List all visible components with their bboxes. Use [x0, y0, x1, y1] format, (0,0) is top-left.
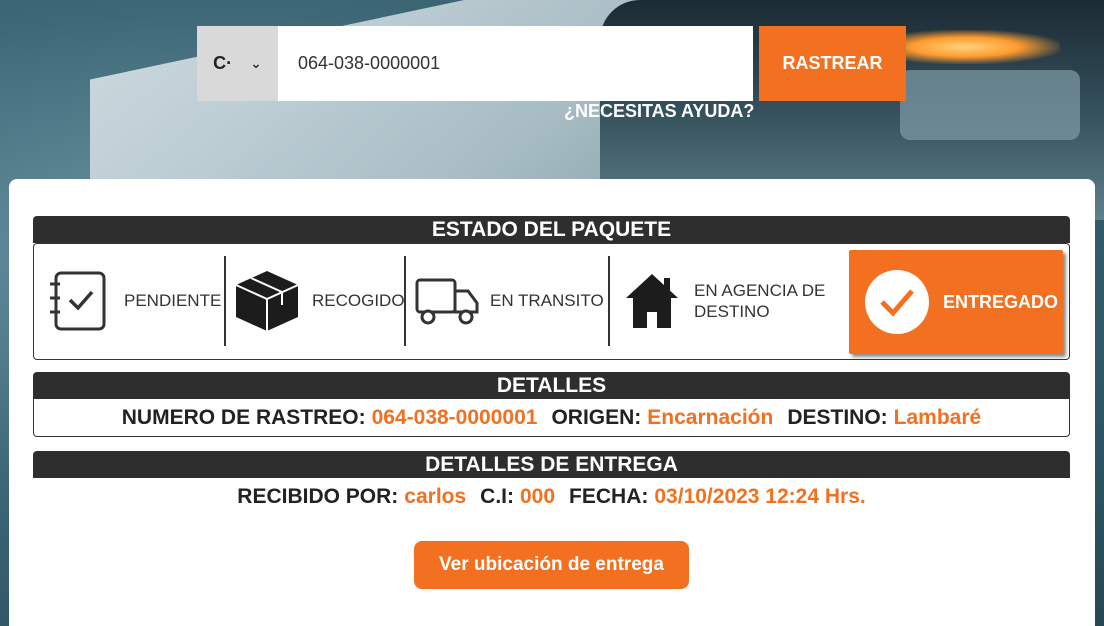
tracking-number-input[interactable]: 064-038-0000001 — [278, 26, 753, 101]
step-label: RECOGIDO — [312, 291, 405, 310]
details-row: NUMERO DE RASTREO: 064-038-0000001 ORIGE… — [33, 399, 1070, 437]
step-pendiente: PENDIENTE — [48, 244, 221, 358]
step-label: ENTREGADO — [943, 291, 1059, 312]
destination-value: Lambaré — [893, 405, 982, 429]
step-en-transito: EN TRANSITO — [414, 244, 604, 358]
origin-value: Encarnación — [647, 405, 774, 429]
step-label: PENDIENTE — [124, 291, 222, 310]
step-divider — [608, 256, 610, 346]
ci-value: 000 — [520, 485, 556, 508]
step-label-line1: EN AGENCIA DE — [694, 281, 826, 300]
delivery-header: DETALLES DE ENTREGA — [33, 451, 1070, 478]
view-delivery-location-button[interactable]: Ver ubicación de entrega — [414, 541, 689, 589]
step-divider — [224, 256, 226, 346]
ci-label: C.I: — [480, 485, 514, 508]
details-header: DETALLES — [33, 372, 1070, 399]
step-entregado: ENTREGADO — [849, 250, 1063, 354]
destination-label: DESTINO: — [787, 405, 888, 429]
package-icon — [235, 271, 299, 331]
step-label: EN AGENCIA DE DESTINO — [694, 280, 825, 322]
step-en-agencia: EN AGENCIA DE DESTINO — [624, 244, 825, 358]
received-by-value: carlos — [404, 485, 467, 508]
results-panel: ESTADO DEL PAQUETE PENDIENTE RECOGIDO EN… — [9, 179, 1095, 626]
status-steps: PENDIENTE RECOGIDO EN TRANSITO EN AGENCI… — [33, 243, 1070, 360]
origin-label: ORIGEN: — [551, 405, 642, 429]
truck-window-image — [900, 70, 1080, 140]
step-label: EN TRANSITO — [490, 291, 604, 310]
chevron-down-icon: ⌄ — [250, 55, 262, 71]
date-value: 03/10/2023 12:24 Hrs. — [654, 485, 866, 508]
tracking-type-selected: C· — [213, 53, 233, 73]
truck-icon — [415, 278, 479, 325]
received-by-label: RECIBIDO POR: — [237, 485, 399, 508]
status-header: ESTADO DEL PAQUETE — [33, 216, 1070, 243]
tracking-number-label: NUMERO DE RASTREO: — [121, 405, 366, 429]
help-link[interactable]: ¿NECESITAS AYUDA? — [564, 101, 754, 122]
tracking-type-select[interactable]: C· ⌄ — [197, 26, 278, 101]
step-recogido: RECOGIDO — [234, 244, 405, 358]
check-circle-icon — [865, 270, 929, 334]
step-label-line2: DESTINO — [694, 302, 770, 321]
house-icon — [626, 274, 678, 328]
checklist-icon — [50, 271, 106, 331]
date-label: FECHA: — [569, 485, 649, 508]
step-divider — [404, 256, 406, 346]
delivery-row: RECIBIDO POR: carlos C.I: 000 FECHA: 03/… — [33, 479, 1070, 515]
tracking-search-bar: C· ⌄ 064-038-0000001 RASTREAR — [197, 26, 906, 101]
tracking-number-value: 064-038-0000001 — [371, 405, 538, 429]
track-button[interactable]: RASTREAR — [759, 26, 906, 101]
